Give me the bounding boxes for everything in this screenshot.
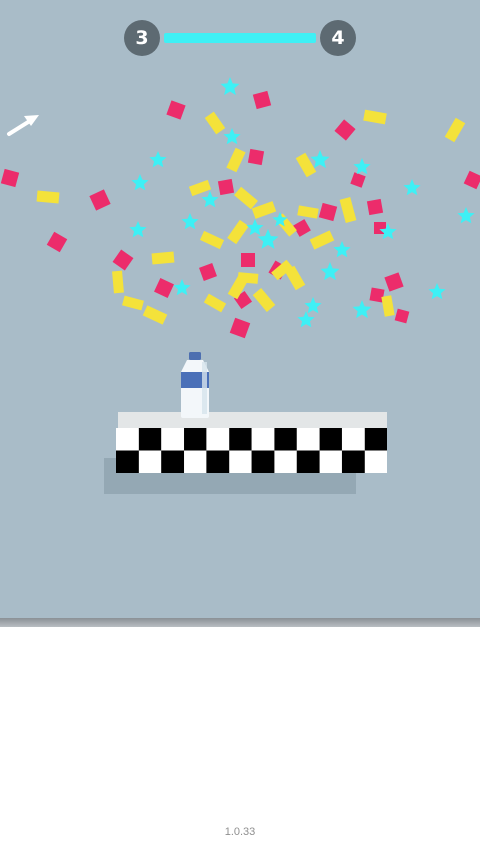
confetti-yellow-piece — [226, 147, 246, 173]
confetti-pink-square — [229, 317, 251, 339]
confetti-cyan-star — [257, 229, 279, 249]
confetti-cyan-star — [149, 151, 167, 168]
confetti-yellow-piece — [444, 117, 466, 143]
confetti-yellow-piece — [122, 295, 144, 311]
game-canvas[interactable]: 3 4 — [0, 0, 480, 618]
confetti-cyan-star — [246, 219, 264, 236]
confetti-yellow-piece — [151, 251, 175, 265]
confetti-yellow-piece — [203, 293, 227, 313]
confetti-burst — [0, 77, 480, 339]
confetti-pink-square — [394, 308, 410, 324]
confetti-cyan-star — [304, 297, 322, 314]
checkered-platform — [116, 428, 387, 473]
confetti-pink-square — [46, 231, 68, 253]
confetti-pink-square — [366, 198, 384, 216]
confetti-yellow-piece — [142, 305, 168, 325]
confetti-yellow-piece — [204, 111, 226, 135]
confetti-cyan-star — [201, 191, 219, 208]
confetti-cyan-star — [333, 241, 351, 258]
confetti-cyan-star — [457, 207, 475, 224]
confetti-yellow-piece — [188, 179, 212, 197]
version-label: 1.0.33 — [224, 826, 256, 838]
confetti-pink-square — [241, 253, 255, 267]
confetti-pink-square — [252, 90, 272, 110]
confetti-yellow-piece — [363, 109, 387, 125]
confetti-yellow-piece — [227, 219, 249, 245]
confetti-pink-square — [89, 189, 111, 211]
confetti-cyan-star — [352, 300, 372, 319]
confetti-cyan-star — [129, 221, 147, 238]
confetti-pink-square — [217, 178, 235, 196]
confetti-yellow-piece — [297, 205, 319, 219]
confetti-pink-square — [384, 272, 404, 292]
confetti-pink-square — [166, 100, 186, 120]
confetti-yellow-piece — [112, 270, 124, 294]
confetti-pink-square — [334, 119, 356, 141]
confetti-cyan-star — [131, 174, 149, 191]
confetti-pink-square — [112, 249, 134, 271]
confetti-cyan-star — [297, 311, 315, 328]
confetti-pink-square — [293, 219, 311, 237]
confetti-cyan-star — [220, 77, 240, 96]
confetti-pink-square — [318, 202, 338, 222]
confetti-yellow-piece — [252, 288, 276, 312]
confetti-yellow-piece — [381, 295, 395, 317]
confetti-yellow-piece — [295, 152, 317, 178]
confetti-pink-square — [350, 172, 366, 188]
confetti-yellow-piece — [36, 190, 60, 204]
ground-strip — [0, 618, 480, 627]
confetti-cyan-star — [173, 279, 191, 296]
water-bottle — [181, 352, 209, 418]
confetti-yellow-piece — [309, 230, 335, 250]
confetti-pink-square — [199, 263, 217, 281]
confetti-cyan-star — [181, 213, 199, 230]
confetti-pink-square — [247, 148, 265, 166]
confetti-cyan-star — [320, 262, 340, 281]
confetti-cyan-star — [353, 158, 371, 175]
confetti-pink-square — [463, 170, 480, 190]
confetti-cyan-star — [223, 128, 241, 145]
confetti-pink-square — [0, 168, 20, 188]
confetti-yellow-piece — [234, 186, 258, 210]
confetti-yellow-piece — [237, 272, 259, 284]
platform-top — [118, 412, 387, 428]
confetti-yellow-piece — [199, 230, 225, 250]
confetti-yellow-piece — [339, 196, 357, 224]
confetti-cyan-star — [403, 179, 421, 196]
confetti-cyan-star — [310, 150, 330, 169]
confetti-cyan-star — [428, 283, 446, 300]
confetti-pink-square — [154, 278, 174, 298]
